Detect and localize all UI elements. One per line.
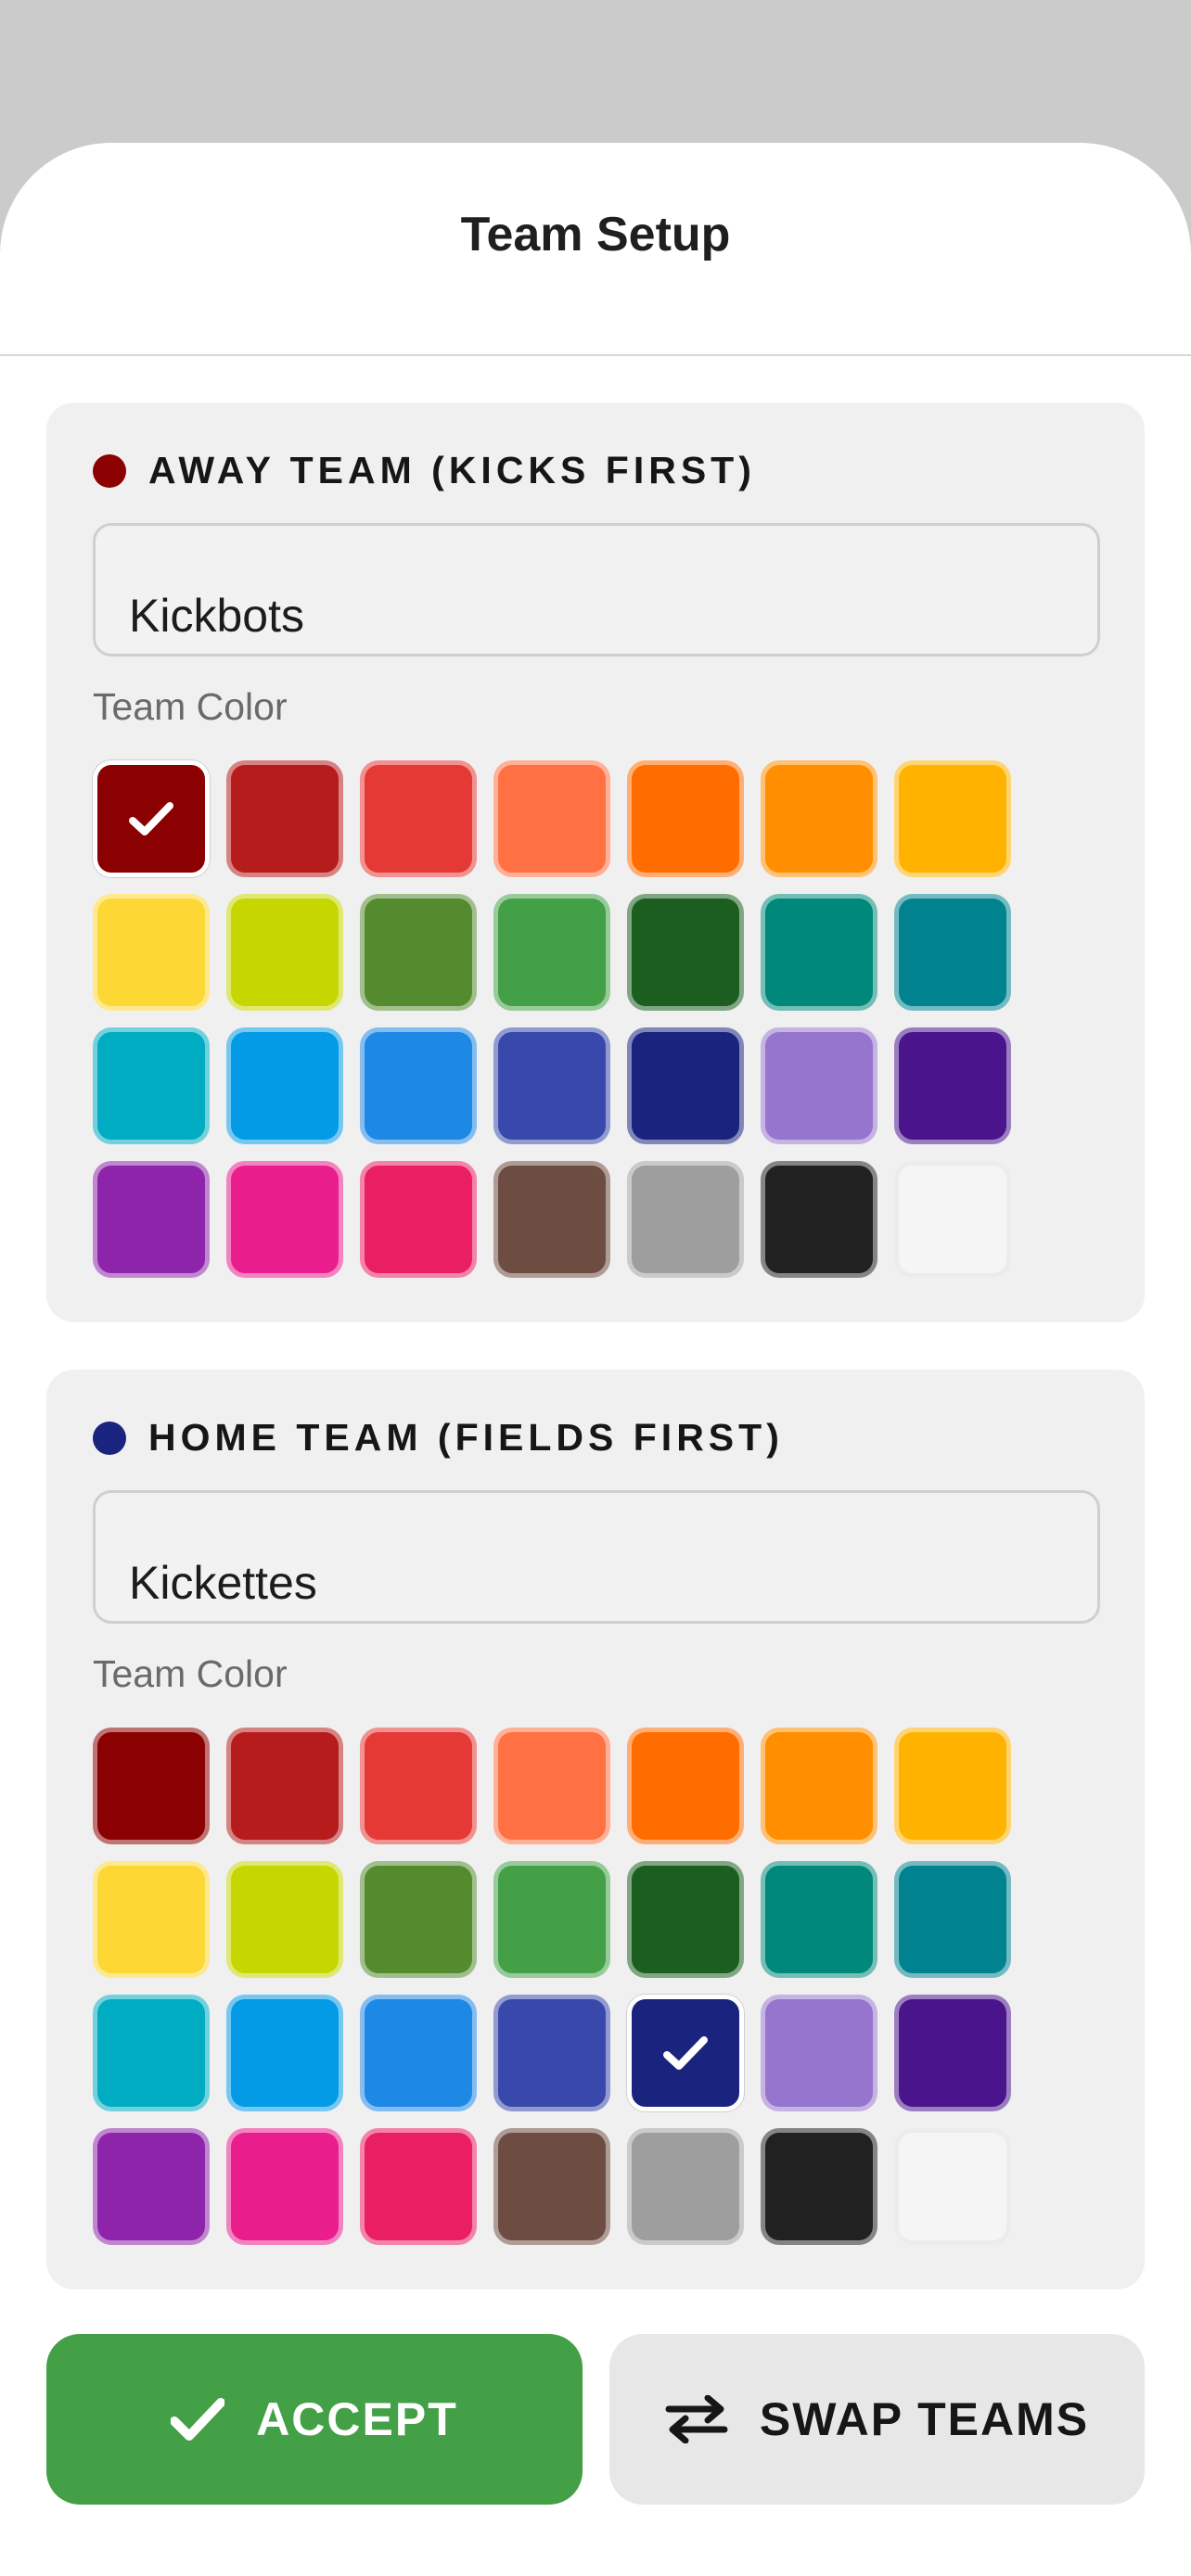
- home-color-swatch[interactable]: [761, 1995, 877, 2111]
- home-color-swatch[interactable]: [493, 1728, 610, 1844]
- away-color-swatch[interactable]: [493, 1161, 610, 1278]
- page-title: Team Setup: [460, 208, 731, 261]
- away-color-swatch[interactable]: [93, 894, 210, 1011]
- away-color-swatch[interactable]: [93, 1161, 210, 1278]
- accept-button[interactable]: ACCEPT: [46, 2334, 583, 2505]
- away-color-swatch[interactable]: [894, 760, 1011, 877]
- home-color-swatch[interactable]: [627, 1995, 744, 2111]
- check-icon: [129, 802, 173, 835]
- away-color-swatch[interactable]: [493, 760, 610, 877]
- home-team-color-label: Team Color: [93, 1652, 288, 1695]
- home-color-swatch[interactable]: [894, 1995, 1011, 2111]
- away-color-swatch[interactable]: [93, 1027, 210, 1144]
- away-color-swatch[interactable]: [93, 760, 210, 877]
- home-color-swatch[interactable]: [894, 1861, 1011, 1978]
- away-color-swatch[interactable]: [894, 1027, 1011, 1144]
- home-color-swatch[interactable]: [493, 1995, 610, 2111]
- home-team-name-input[interactable]: [93, 1490, 1100, 1624]
- away-color-swatch[interactable]: [360, 1161, 477, 1278]
- home-color-swatch[interactable]: [226, 1728, 343, 1844]
- away-color-swatch-grid: [93, 760, 1011, 1278]
- away-color-swatch[interactable]: [493, 894, 610, 1011]
- away-color-swatch[interactable]: [761, 1161, 877, 1278]
- accept-button-label: ACCEPT: [256, 2393, 458, 2445]
- away-color-swatch[interactable]: [627, 894, 744, 1011]
- home-color-swatch[interactable]: [761, 1728, 877, 1844]
- away-team-name-input[interactable]: [93, 523, 1100, 657]
- away-team-label: AWAY TEAM (KICKS FIRST): [148, 449, 756, 491]
- check-icon: [171, 2398, 225, 2441]
- away-color-swatch[interactable]: [761, 894, 877, 1011]
- away-color-swatch[interactable]: [360, 894, 477, 1011]
- away-team-color-dot: [93, 453, 126, 488]
- away-color-swatch[interactable]: [627, 1161, 744, 1278]
- home-color-swatch[interactable]: [93, 2128, 210, 2245]
- home-color-swatch[interactable]: [627, 1728, 744, 1844]
- home-team-label: HOME TEAM (FIELDS FIRST): [148, 1416, 784, 1459]
- check-icon: [663, 2036, 708, 2070]
- away-color-swatch[interactable]: [360, 1027, 477, 1144]
- home-color-swatch[interactable]: [493, 1861, 610, 1978]
- away-color-swatch[interactable]: [894, 894, 1011, 1011]
- home-team-heading: HOME TEAM (FIELDS FIRST): [93, 1416, 784, 1460]
- away-color-swatch[interactable]: [761, 760, 877, 877]
- sheet-header: Team Setup: [0, 143, 1191, 356]
- home-color-swatch[interactable]: [894, 1728, 1011, 1844]
- away-team-card: AWAY TEAM (KICKS FIRST) Team Color: [46, 402, 1145, 1322]
- home-color-swatch[interactable]: [226, 1995, 343, 2111]
- home-team-card: HOME TEAM (FIELDS FIRST) Team Color: [46, 1370, 1145, 2289]
- home-color-swatch[interactable]: [226, 1861, 343, 1978]
- away-color-swatch[interactable]: [894, 1161, 1011, 1278]
- away-color-swatch[interactable]: [226, 1027, 343, 1144]
- away-color-swatch[interactable]: [226, 760, 343, 877]
- home-color-swatch[interactable]: [894, 2128, 1011, 2245]
- home-color-swatch[interactable]: [761, 1861, 877, 1978]
- home-color-swatch[interactable]: [493, 2128, 610, 2245]
- home-color-swatch-grid: [93, 1728, 1011, 2245]
- away-team-heading: AWAY TEAM (KICKS FIRST): [93, 449, 756, 492]
- home-color-swatch[interactable]: [627, 2128, 744, 2245]
- team-setup-sheet: Team Setup AWAY TEAM (KICKS FIRST) Team …: [0, 143, 1191, 2576]
- home-color-swatch[interactable]: [761, 2128, 877, 2245]
- home-color-swatch[interactable]: [360, 1861, 477, 1978]
- away-color-swatch[interactable]: [226, 1161, 343, 1278]
- home-color-swatch[interactable]: [93, 1995, 210, 2111]
- away-color-swatch[interactable]: [360, 760, 477, 877]
- away-team-color-label: Team Color: [93, 685, 288, 728]
- home-team-color-dot: [93, 1421, 126, 1455]
- home-color-swatch[interactable]: [627, 1861, 744, 1978]
- away-color-swatch[interactable]: [627, 1027, 744, 1144]
- swap-arrows-icon: [665, 2395, 728, 2443]
- away-color-swatch[interactable]: [627, 760, 744, 877]
- home-color-swatch[interactable]: [93, 1861, 210, 1978]
- home-color-swatch[interactable]: [360, 1728, 477, 1844]
- home-color-swatch[interactable]: [360, 2128, 477, 2245]
- away-color-swatch[interactable]: [493, 1027, 610, 1144]
- home-color-swatch[interactable]: [360, 1995, 477, 2111]
- home-color-swatch[interactable]: [226, 2128, 343, 2245]
- home-color-swatch[interactable]: [93, 1728, 210, 1844]
- swap-teams-button[interactable]: SWAP TEAMS: [609, 2334, 1145, 2505]
- away-color-swatch[interactable]: [761, 1027, 877, 1144]
- swap-teams-button-label: SWAP TEAMS: [759, 2393, 1090, 2445]
- away-color-swatch[interactable]: [226, 894, 343, 1011]
